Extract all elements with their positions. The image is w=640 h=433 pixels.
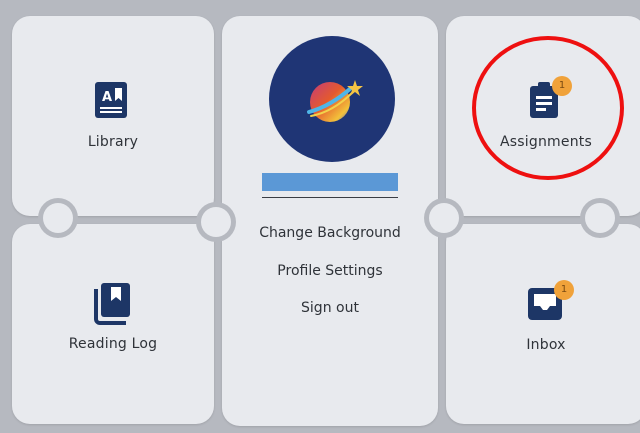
profile-panel: Change Background Profile Settings Sign … <box>222 16 438 426</box>
username-field <box>262 173 398 191</box>
book-letter-icon: A <box>93 80 129 120</box>
library-label: Library <box>87 134 139 150</box>
change-background-button[interactable]: Change Background <box>222 225 438 241</box>
connector-knob <box>196 202 236 242</box>
planet-avatar-icon[interactable] <box>269 36 395 162</box>
profile-settings-button[interactable]: Profile Settings <box>222 263 438 279</box>
connector-knob <box>38 198 78 238</box>
inbox-badge: 1 <box>554 280 574 300</box>
dashboard-grid: A Library Reading Log Change Background … <box>0 0 640 433</box>
highlight-circle <box>472 36 624 180</box>
library-tile[interactable]: A Library <box>12 16 214 216</box>
connector-knob <box>580 198 620 238</box>
svg-text:A: A <box>102 90 112 105</box>
sign-out-button[interactable]: Sign out <box>222 300 438 316</box>
inbox-tile[interactable]: 1 Inbox <box>446 224 640 424</box>
reading-log-label: Reading Log <box>68 336 158 352</box>
bookmark-books-icon <box>92 281 132 325</box>
reading-log-tile[interactable]: Reading Log <box>12 224 214 424</box>
username-underline <box>262 197 398 198</box>
inbox-label: Inbox <box>526 337 566 353</box>
connector-knob <box>424 198 464 238</box>
